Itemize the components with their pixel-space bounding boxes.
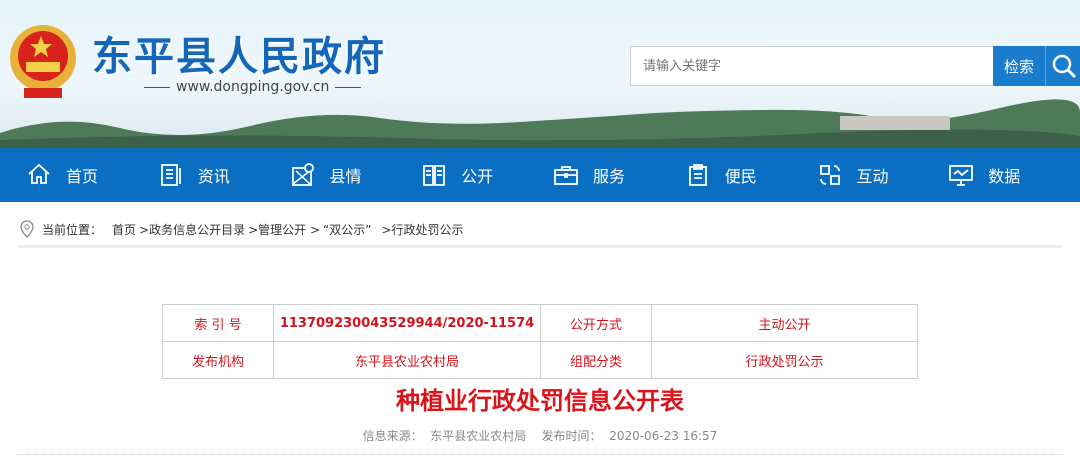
monitor-icon: [949, 165, 974, 186]
site-url: www.dongping.gov.cn: [138, 79, 367, 95]
nav-item-label: 公开: [461, 167, 494, 186]
clipboard-icon: [688, 164, 707, 186]
value-index: 113709230043529944/2020-11574: [273, 304, 541, 342]
breadcrumb: 当前位置： 首页 >政务信息公开目录 >管理公开 > “双公示” >行政处罚公示: [20, 220, 467, 238]
value-publish-method: 主动公开: [651, 304, 918, 342]
home-icon: [28, 163, 50, 184]
nav-item-7[interactable]: 数据: [948, 148, 1080, 202]
label-index: 索 引 号: [162, 304, 274, 342]
nav-item-label: 县情: [329, 167, 362, 186]
value-publisher: 东平县农业农村局: [273, 341, 541, 379]
header-banner: 东平县人民政府 www.dongping.gov.cn 检索: [0, 0, 1080, 148]
location-pin-icon: [20, 220, 34, 238]
nav-item-label: 便民: [724, 167, 757, 186]
main-nav: 首页 资讯 县情 公开 服务 便民 互动 数据: [0, 148, 1080, 202]
nav-item-3[interactable]: 公开: [421, 148, 553, 202]
divider: [18, 454, 1062, 455]
breadcrumb-prefix: 当前位置：: [42, 222, 103, 237]
nav-item-label: 数据: [988, 167, 1021, 186]
nav-item-2[interactable]: 县情: [290, 148, 422, 202]
label-publish-method: 公开方式: [540, 304, 652, 342]
map-icon: [291, 163, 314, 186]
landscape-decoration: [0, 99, 1080, 148]
briefcase-icon: [554, 166, 578, 185]
breadcrumb-management[interactable]: >管理公开 >: [248, 221, 320, 238]
national-emblem-icon: [10, 25, 76, 98]
search-bar: 检索: [630, 46, 1080, 86]
search-button[interactable]: 检索: [993, 46, 1045, 86]
breadcrumb-double-publicity[interactable]: “双公示”: [323, 221, 371, 238]
label-category: 组配分类: [540, 341, 652, 379]
article-meta: 信息来源： 东平县农业农村局 发布时间： 2020-06-23 16:57: [362, 429, 718, 443]
article-title: 种植业行政处罚信息公开表: [396, 387, 684, 415]
search-icon[interactable]: [1045, 46, 1080, 86]
interact-icon: [819, 165, 840, 185]
info-table: 索 引 号 113709230043529944/2020-11574 公开方式…: [162, 304, 918, 379]
search-input[interactable]: [630, 46, 993, 86]
value-category: 行政处罚公示: [651, 341, 918, 379]
nav-item-label: 首页: [66, 167, 99, 186]
table-row: 发布机构 东平县农业农村局 组配分类 行政处罚公示: [162, 341, 918, 379]
nav-item-4[interactable]: 服务: [553, 148, 685, 202]
nav-item-label: 互动: [856, 167, 889, 186]
label-publisher: 发布机构: [162, 341, 274, 379]
nav-item-5[interactable]: 便民: [685, 148, 817, 202]
breadcrumb-home[interactable]: 首页: [112, 221, 136, 238]
nav-item-1[interactable]: 资讯: [158, 148, 290, 202]
book-icon: [423, 165, 446, 186]
news-icon: [160, 164, 181, 186]
breadcrumb-gov-info[interactable]: >政务信息公开目录: [139, 221, 245, 238]
nav-item-label: 服务: [593, 167, 626, 186]
table-row: 索 引 号 113709230043529944/2020-11574 公开方式…: [162, 304, 918, 342]
nav-item-label: 资讯: [197, 167, 230, 186]
nav-item-6[interactable]: 互动: [817, 148, 949, 202]
site-title: 东平县人民政府: [92, 34, 386, 80]
divider: [18, 245, 1062, 248]
breadcrumb-penalty[interactable]: >行政处罚公示: [381, 221, 463, 238]
nav-item-0[interactable]: 首页: [26, 148, 158, 202]
